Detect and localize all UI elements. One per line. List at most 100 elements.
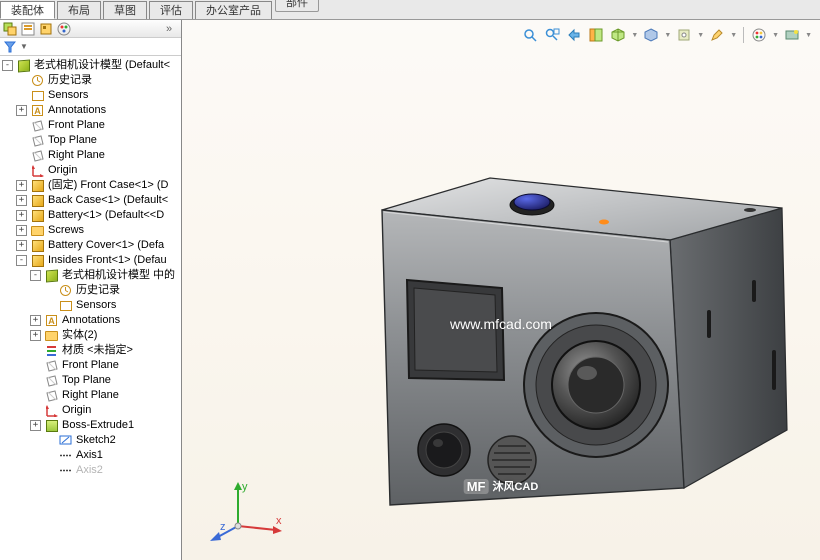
- tree-label: Sensors: [48, 88, 88, 103]
- edit-appearance-icon[interactable]: [708, 26, 726, 44]
- tree-node[interactable]: -老式相机设计模型 中的: [0, 268, 181, 283]
- expand-toggle[interactable]: -: [30, 270, 41, 281]
- panel-tabs: »: [0, 20, 181, 38]
- view-triad[interactable]: y x z: [224, 480, 284, 540]
- tree-node[interactable]: Origin: [0, 163, 181, 178]
- tree-node[interactable]: Axis1: [0, 448, 181, 463]
- section-view-icon[interactable]: [587, 26, 605, 44]
- tree-label: Origin: [48, 163, 77, 178]
- render-icon[interactable]: [783, 26, 801, 44]
- dropdown-icon[interactable]: ▼: [805, 32, 812, 39]
- dropdown-icon[interactable]: ▼: [664, 32, 671, 39]
- expand-toggle[interactable]: +: [30, 330, 41, 341]
- part-icon: [30, 209, 45, 223]
- config-manager-icon[interactable]: [38, 21, 54, 37]
- tab-evaluate[interactable]: 评估: [149, 1, 193, 19]
- plane-icon: [44, 374, 59, 388]
- tree-label: Front Plane: [48, 118, 105, 133]
- tree-label: Top Plane: [62, 373, 111, 388]
- tree-node[interactable]: 历史记录: [0, 73, 181, 88]
- panel-expand-icon[interactable]: »: [161, 21, 177, 37]
- tree-node[interactable]: + Back Case<1> (Default<: [0, 193, 181, 208]
- expand-toggle: [30, 405, 41, 416]
- part-icon: [30, 194, 45, 208]
- tree-node[interactable]: + (固定) Front Case<1> (D: [0, 178, 181, 193]
- svg-text:x: x: [276, 515, 282, 527]
- tree-label: Right Plane: [48, 148, 105, 163]
- dropdown-icon[interactable]: ▼: [631, 32, 638, 39]
- tree-node[interactable]: Right Plane: [0, 388, 181, 403]
- tree-node[interactable]: + 实体(2): [0, 328, 181, 343]
- hide-show-icon[interactable]: [675, 26, 693, 44]
- apply-scene-icon[interactable]: [750, 26, 768, 44]
- view-orientation-icon[interactable]: [609, 26, 627, 44]
- plane-icon: [30, 149, 45, 163]
- origin-icon: [30, 164, 45, 178]
- tree-node[interactable]: +Battery Cover<1> (Defa: [0, 238, 181, 253]
- expand-toggle: [16, 120, 27, 131]
- expand-toggle[interactable]: +: [16, 195, 27, 206]
- graphics-viewport[interactable]: ▼ ▼ ▼ ▼ ▼ ▼: [182, 20, 820, 560]
- tree-node[interactable]: Front Plane: [0, 118, 181, 133]
- tree-node[interactable]: -Insides Front<1> (Defau: [0, 253, 181, 268]
- tree-node[interactable]: Top Plane: [0, 133, 181, 148]
- tree-node[interactable]: Front Plane: [0, 358, 181, 373]
- expand-toggle[interactable]: +: [16, 210, 27, 221]
- expand-toggle: [44, 435, 55, 446]
- tree-node[interactable]: Axis2: [0, 463, 181, 478]
- tree-node[interactable]: 历史记录: [0, 283, 181, 298]
- prev-view-icon[interactable]: [565, 26, 583, 44]
- expand-toggle[interactable]: +: [16, 240, 27, 251]
- folder-icon: [30, 224, 45, 238]
- filter-bar: ▼: [0, 38, 181, 56]
- tree-label: 实体(2): [62, 328, 97, 343]
- dropdown-icon[interactable]: ▼: [730, 32, 737, 39]
- tree-node[interactable]: + Battery<1> (Default<<D: [0, 208, 181, 223]
- tree-node[interactable]: +Screws: [0, 223, 181, 238]
- watermark-url: www.mfcad.com: [450, 316, 552, 332]
- expand-toggle[interactable]: +: [16, 225, 27, 236]
- tree-label: (固定) Front Case<1> (D: [48, 178, 168, 193]
- expand-toggle: [44, 450, 55, 461]
- property-manager-icon[interactable]: [20, 21, 36, 37]
- zoom-area-icon[interactable]: [543, 26, 561, 44]
- tree-label: Right Plane: [62, 388, 119, 403]
- tree-label: 历史记录: [48, 73, 92, 88]
- appearance-manager-icon[interactable]: [56, 21, 72, 37]
- origin-icon: [44, 404, 59, 418]
- tree-node[interactable]: +Boss-Extrude1: [0, 418, 181, 433]
- expand-toggle[interactable]: +: [16, 105, 27, 116]
- tree-node[interactable]: Sketch2: [0, 433, 181, 448]
- tree-root[interactable]: -老式相机设计模型 (Default<: [0, 58, 181, 73]
- tree-node[interactable]: +AAnnotations: [0, 313, 181, 328]
- expand-toggle[interactable]: -: [2, 60, 13, 71]
- tree-node[interactable]: Origin: [0, 403, 181, 418]
- tree-node[interactable]: 材质 <未指定>: [0, 343, 181, 358]
- dropdown-icon[interactable]: ▼: [697, 32, 704, 39]
- hist-icon: [30, 74, 45, 88]
- tree-label: Origin: [62, 403, 91, 418]
- expand-toggle: [30, 375, 41, 386]
- tab-assembly[interactable]: 装配体: [0, 1, 55, 19]
- tab-layout[interactable]: 布局: [57, 1, 101, 19]
- expand-toggle[interactable]: -: [16, 255, 27, 266]
- watermark-brand-text: 沐风CAD: [492, 478, 538, 494]
- tree-node[interactable]: Right Plane: [0, 148, 181, 163]
- expand-toggle[interactable]: +: [30, 420, 41, 431]
- display-style-icon[interactable]: [642, 26, 660, 44]
- tree-node[interactable]: Top Plane: [0, 373, 181, 388]
- filter-dropdown[interactable]: ▼: [20, 42, 28, 51]
- dropdown-icon[interactable]: ▼: [772, 32, 779, 39]
- zoom-fit-icon[interactable]: [521, 26, 539, 44]
- tree-node[interactable]: Sensors: [0, 298, 181, 313]
- expand-toggle[interactable]: +: [16, 180, 27, 191]
- tree-node[interactable]: +AAnnotations: [0, 103, 181, 118]
- tree-node[interactable]: Sensors: [0, 88, 181, 103]
- tab-office[interactable]: 办公室产品: [195, 1, 272, 19]
- filter-icon[interactable]: [2, 39, 18, 55]
- tree-label: Back Case<1> (Default<: [48, 193, 168, 208]
- feature-tree-icon[interactable]: [2, 21, 18, 37]
- tab-sketch[interactable]: 草图: [103, 1, 147, 19]
- expand-toggle[interactable]: +: [30, 315, 41, 326]
- tree-label: Battery<1> (Default<<D: [48, 208, 164, 223]
